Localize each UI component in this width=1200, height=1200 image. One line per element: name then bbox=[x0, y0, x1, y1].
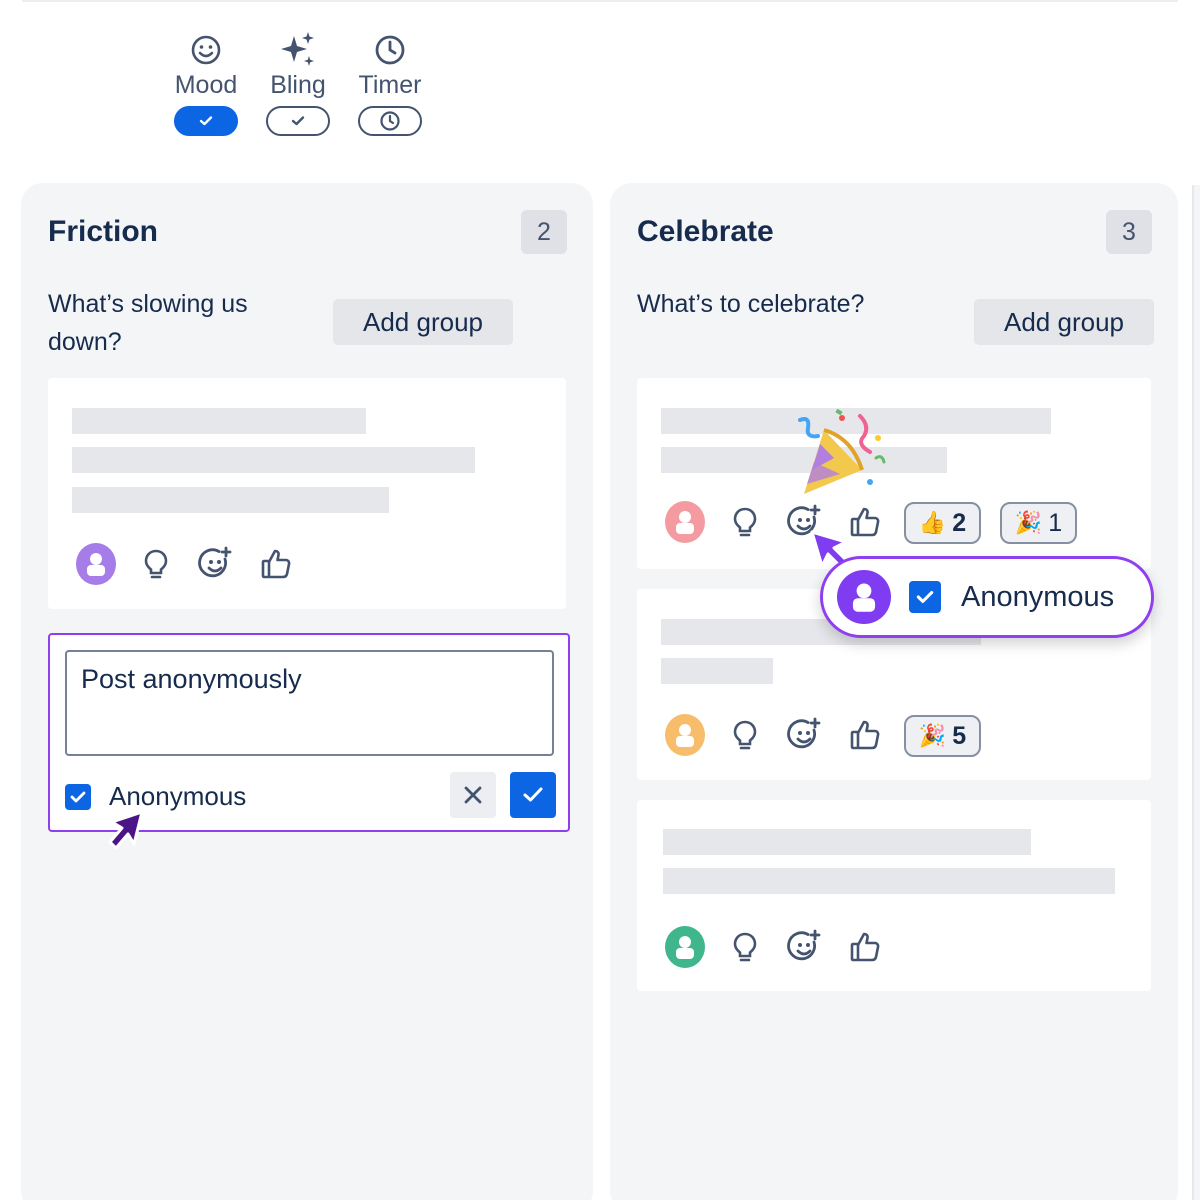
check-icon bbox=[916, 591, 934, 603]
lightbulb-icon[interactable] bbox=[725, 927, 765, 967]
add-group-button[interactable]: Add group bbox=[974, 299, 1154, 345]
tool-timer-label: Timer bbox=[358, 71, 422, 99]
check-icon bbox=[70, 791, 86, 802]
anonymous-user-bubble: Anonymous bbox=[820, 556, 1154, 638]
tool-bling[interactable]: Bling bbox=[258, 30, 338, 136]
column-count: 2 bbox=[521, 210, 567, 254]
avatar bbox=[837, 570, 891, 624]
clock-icon bbox=[350, 30, 430, 70]
tool-mood[interactable]: Mood bbox=[166, 30, 246, 136]
column-title: Friction bbox=[48, 215, 158, 248]
cursor-arrow-icon bbox=[108, 810, 144, 850]
clock-icon bbox=[380, 111, 400, 131]
card[interactable] bbox=[637, 800, 1151, 991]
thumbs-up-icon[interactable] bbox=[845, 715, 885, 755]
lightbulb-icon[interactable] bbox=[725, 715, 765, 755]
check-icon bbox=[523, 787, 543, 802]
column-prompt-line: What’s slowing us bbox=[48, 290, 248, 318]
add-reaction-icon[interactable] bbox=[785, 927, 825, 967]
avatar[interactable] bbox=[665, 926, 705, 968]
retro-board: Mood Bling Timer Friction 2 What’s slowi… bbox=[0, 0, 1200, 1200]
timer-toggle[interactable] bbox=[358, 106, 422, 136]
reaction-thumbs-up[interactable]: 👍 2 bbox=[904, 502, 981, 544]
text-placeholder bbox=[663, 829, 1031, 855]
column-celebrate: Celebrate 3 What’s to celebrate? Add gro… bbox=[610, 183, 1178, 1200]
thumbs-up-icon[interactable] bbox=[845, 927, 885, 967]
top-divider bbox=[22, 0, 1178, 2]
card-text-input[interactable]: Post anonymously bbox=[65, 650, 554, 756]
text-placeholder bbox=[663, 868, 1115, 894]
thumbs-up-icon[interactable] bbox=[256, 544, 296, 584]
column-title: Celebrate bbox=[637, 215, 774, 248]
column-prompt: What’s slowing us down? bbox=[48, 285, 248, 361]
avatar[interactable] bbox=[76, 543, 116, 585]
column-prompt-line: down? bbox=[48, 328, 122, 356]
close-icon bbox=[464, 786, 482, 804]
tool-timer[interactable]: Timer bbox=[350, 30, 430, 136]
user-icon bbox=[676, 511, 694, 534]
anonymous-checkbox[interactable] bbox=[909, 581, 941, 613]
anonymous-label: Anonymous bbox=[961, 580, 1115, 613]
reaction-party[interactable]: 🎉 5 bbox=[904, 715, 981, 757]
column-prompt: What’s to celebrate? bbox=[637, 290, 865, 318]
add-reaction-icon[interactable] bbox=[785, 715, 825, 755]
party-popper-emoji-icon: 🎉 bbox=[1014, 510, 1043, 535]
user-icon bbox=[676, 936, 694, 959]
user-icon bbox=[676, 724, 694, 747]
lightbulb-icon[interactable] bbox=[725, 502, 765, 542]
text-placeholder bbox=[72, 447, 475, 473]
reaction-count: 1 bbox=[1048, 508, 1063, 537]
reaction-count: 2 bbox=[952, 508, 967, 537]
text-placeholder bbox=[72, 408, 366, 434]
tool-mood-label: Mood bbox=[174, 71, 238, 99]
cancel-button[interactable] bbox=[450, 772, 496, 818]
anonymous-checkbox[interactable] bbox=[65, 783, 91, 810]
party-popper-icon bbox=[798, 408, 886, 494]
tool-bling-label: Bling bbox=[270, 71, 326, 99]
user-icon bbox=[852, 583, 876, 612]
party-popper-emoji-icon: 🎉 bbox=[918, 723, 947, 748]
check-icon bbox=[199, 116, 213, 126]
save-button[interactable] bbox=[510, 772, 556, 818]
check-icon bbox=[291, 116, 305, 126]
add-group-button[interactable]: Add group bbox=[333, 299, 513, 345]
new-card-editor: Post anonymously Anonymous bbox=[48, 633, 570, 832]
text-placeholder bbox=[661, 658, 773, 684]
reaction-party[interactable]: 🎉 1 bbox=[1000, 502, 1077, 544]
reaction-count: 5 bbox=[952, 721, 967, 750]
text-placeholder bbox=[72, 487, 389, 513]
bling-toggle[interactable] bbox=[266, 106, 330, 136]
anonymous-checkbox-row[interactable]: Anonymous bbox=[65, 781, 246, 812]
sparkle-icon bbox=[258, 30, 338, 70]
lightbulb-icon[interactable] bbox=[136, 544, 176, 584]
avatar[interactable] bbox=[665, 714, 705, 756]
next-column-edge bbox=[1192, 185, 1200, 1200]
user-icon bbox=[87, 553, 105, 576]
smile-icon bbox=[166, 30, 246, 70]
card[interactable]: 👍 2 🎉 1 bbox=[637, 378, 1151, 569]
mood-toggle[interactable] bbox=[174, 106, 238, 136]
column-count: 3 bbox=[1106, 210, 1152, 254]
thumbs-up-emoji-icon: 👍 bbox=[918, 510, 947, 535]
avatar[interactable] bbox=[665, 501, 705, 543]
card[interactable] bbox=[48, 378, 566, 609]
add-reaction-icon[interactable] bbox=[196, 544, 236, 584]
